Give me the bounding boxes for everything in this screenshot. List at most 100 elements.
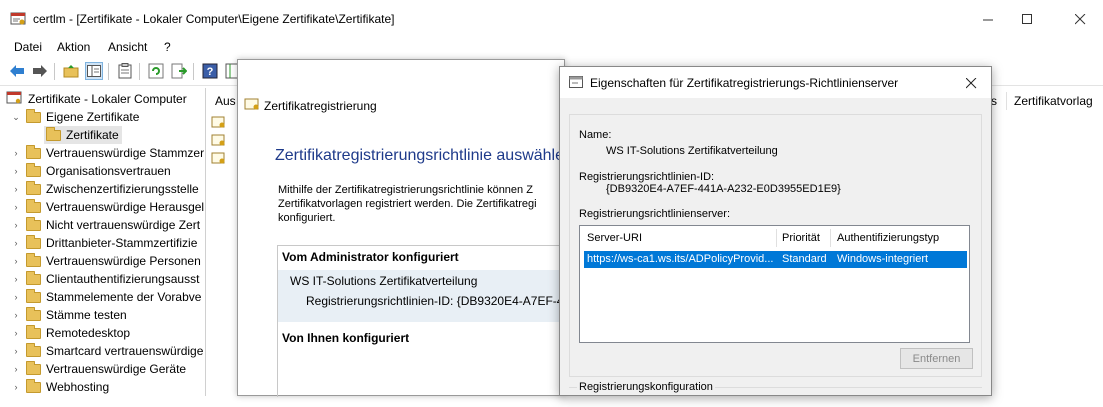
certlm-app-icon[interactable] <box>10 11 26 27</box>
policy-server-list[interactable]: Server-URI Priorität Authentifizierungst… <box>579 225 970 343</box>
chevron-right-icon[interactable]: › <box>10 148 22 158</box>
tree-item-label: Stammelemente der Vorabve <box>46 290 202 304</box>
chevron-right-icon[interactable]: › <box>10 184 22 194</box>
properties-icon[interactable] <box>116 62 134 80</box>
up-folder-icon[interactable] <box>62 62 80 80</box>
tree-item[interactable]: › Clientauthentifizierungsausst <box>10 270 199 288</box>
close-icon[interactable] <box>960 72 982 94</box>
tree-root[interactable]: Zertifikate - Lokaler Computer <box>6 90 187 108</box>
policy-name: WS IT-Solutions Zertifikatverteilung <box>290 274 478 288</box>
column-divider <box>776 229 777 247</box>
tree-item-zertifikate[interactable]: Zertifikate <box>44 126 122 144</box>
folder-icon <box>26 360 41 375</box>
wizard-heading: Zertifikatregistrierungsrichtlinie auswä… <box>275 147 565 164</box>
wizard-title: Zertifikatregistrierung <box>264 99 377 113</box>
folder-icon <box>26 198 41 213</box>
chevron-right-icon[interactable]: › <box>10 202 22 212</box>
show-hide-tree-icon[interactable] <box>85 62 103 80</box>
tree-item[interactable]: › Vertrauenswürdige Stammzer <box>10 144 204 162</box>
refresh-icon[interactable] <box>147 62 165 80</box>
tree-item-label: Webhosting <box>46 380 110 394</box>
tree-item[interactable]: › Zwischenzertifizierungsstelle <box>10 180 199 198</box>
certificate-enrollment-icon <box>244 98 260 115</box>
policy-id-label: Registrierungsrichtlinien-ID: <box>579 171 715 183</box>
tree-item[interactable]: › Vertrauenswürdige Herausgel <box>10 198 204 216</box>
maximize-icon[interactable] <box>1004 0 1050 38</box>
title-bar: certlm - [Zertifikate - Lokaler Computer… <box>0 0 1103 38</box>
toolbar-separator <box>54 63 55 80</box>
tree-item-label: Nicht vertrauenswürdige Zert <box>46 218 201 232</box>
tree-item[interactable]: › Drittanbieter-Stammzertifizie <box>10 234 197 252</box>
column-header-issued-to[interactable]: Aus <box>215 94 236 108</box>
column-header-priority[interactable]: Priorität <box>782 232 820 244</box>
svg-text:?: ? <box>207 66 214 78</box>
tree-item[interactable]: › Organisationsvertrauen <box>10 162 171 180</box>
column-header-template[interactable]: Zertifikatvorlag <box>1014 94 1093 108</box>
chevron-right-icon[interactable]: › <box>10 310 22 320</box>
chevron-right-icon[interactable]: › <box>10 274 22 284</box>
wizard-description: Mithilfe der Zertifikatregistrierungsric… <box>278 184 537 224</box>
tree-item[interactable]: › Vertrauenswürdige Geräte <box>10 360 186 378</box>
tree-item[interactable]: › Remotedesktop <box>10 324 130 342</box>
menu-datei[interactable]: Datei <box>14 40 42 54</box>
tree-item-label: Vertrauenswürdige Stammzer <box>46 146 205 160</box>
chevron-right-icon[interactable]: › <box>10 328 22 338</box>
certificate-icon <box>211 152 227 169</box>
tree-item[interactable]: › Stämme testen <box>10 306 127 324</box>
help-icon[interactable]: ? <box>201 62 219 80</box>
tree-item-label: Stämme testen <box>46 308 127 322</box>
chevron-right-icon[interactable]: › <box>10 256 22 266</box>
tree-item-label: Drittanbieter-Stammzertifizie <box>46 236 198 250</box>
folder-icon <box>26 324 41 339</box>
policy-id: Registrierungsrichtlinien-ID: {DB9320E4-… <box>306 294 571 308</box>
name-value: WS IT-Solutions Zertifikatverteilung <box>606 145 778 157</box>
chevron-down-icon[interactable]: ⌄ <box>10 112 22 123</box>
folder-icon <box>26 180 41 195</box>
toolbar-separator <box>108 63 109 80</box>
tree-item-label: Clientauthentifizierungsausst <box>46 272 200 286</box>
tree-item-label: Vertrauenswürdige Personen <box>46 254 201 268</box>
dialog-window-icon <box>569 76 583 91</box>
certificate-icon <box>211 134 227 151</box>
tree-item-label: Zwischenzertifizierungsstelle <box>46 182 199 196</box>
toolbar-separator <box>193 63 194 80</box>
chevron-right-icon[interactable]: › <box>10 166 22 176</box>
certificate-store-icon <box>6 91 22 108</box>
menu-help[interactable]: ? <box>164 40 171 54</box>
tree-item-label: Vertrauenswürdige Herausgel <box>46 200 205 214</box>
tree-item[interactable]: › Webhosting <box>10 378 109 396</box>
forward-arrow-icon[interactable] <box>31 62 49 80</box>
tree-item[interactable]: › Stammelemente der Vorabve <box>10 288 201 306</box>
folder-icon <box>26 144 41 159</box>
server-uri-cell: https://ws-ca1.ws.its/ADPolicyProvid... <box>587 253 774 265</box>
chevron-right-icon[interactable]: › <box>10 220 22 230</box>
back-arrow-icon[interactable] <box>8 62 26 80</box>
column-header-server-uri[interactable]: Server-URI <box>587 232 642 244</box>
user-configured-header: Von Ihnen konfiguriert <box>282 331 410 345</box>
tree-item[interactable]: › Vertrauenswürdige Personen <box>10 252 201 270</box>
menu-aktion[interactable]: Aktion <box>57 40 90 54</box>
export-list-icon[interactable] <box>170 62 188 80</box>
column-divider <box>1006 92 1007 110</box>
tree-item-label: Smartcard vertrauenswürdige <box>46 344 204 358</box>
console-tree: Zertifikate - Lokaler Computer ⌄ Eigene … <box>0 88 206 396</box>
tree-item[interactable]: › Nicht vertrauenswürdige Zert <box>10 216 200 234</box>
window-title: certlm - [Zertifikate - Lokaler Computer… <box>33 12 395 26</box>
chevron-right-icon[interactable]: › <box>10 382 22 392</box>
close-icon[interactable] <box>1057 0 1103 38</box>
menu-ansicht[interactable]: Ansicht <box>108 40 147 54</box>
tree-item-eigene[interactable]: ⌄ Eigene Zertifikate <box>10 108 139 126</box>
tree-root-label: Zertifikate - Lokaler Computer <box>28 92 187 106</box>
tree-item[interactable]: › Smartcard vertrauenswürdige <box>10 342 203 360</box>
column-header-auth-type[interactable]: Authentifizierungstyp <box>837 232 939 244</box>
menu-bar: Datei Aktion Ansicht ? <box>0 38 1103 58</box>
chevron-right-icon[interactable]: › <box>10 292 22 302</box>
table-row[interactable]: https://ws-ca1.ws.its/ADPolicyProvid... … <box>584 251 967 268</box>
tree-item-label: Zertifikate <box>66 128 119 142</box>
folder-icon <box>26 270 41 285</box>
chevron-right-icon[interactable]: › <box>10 346 22 356</box>
remove-button[interactable]: Entfernen <box>900 348 973 369</box>
chevron-right-icon[interactable]: › <box>10 238 22 248</box>
name-label: Name: <box>579 129 612 141</box>
chevron-right-icon[interactable]: › <box>10 364 22 374</box>
